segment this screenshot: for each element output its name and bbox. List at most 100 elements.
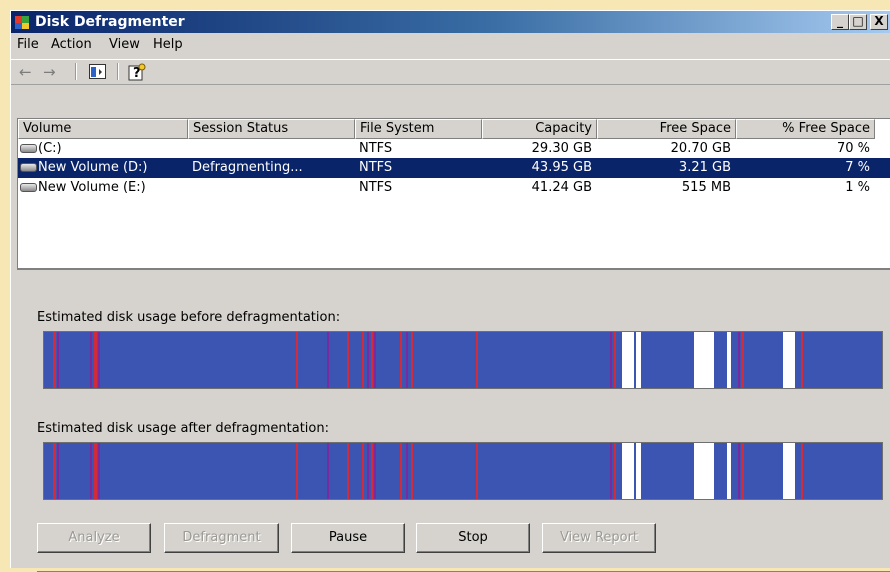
free-segment — [727, 443, 731, 499]
system-segment — [610, 332, 612, 388]
volume-row-e[interactable]: New Volume (E:) NTFS 41.24 GB 515 MB 1 % — [18, 178, 890, 197]
fragmented-segment — [400, 332, 402, 388]
free-segment — [622, 443, 634, 499]
hard-drive-icon — [20, 183, 37, 192]
column-percent-free-space[interactable]: % Free Space — [736, 119, 875, 139]
view-report-button[interactable]: View Report — [542, 523, 656, 553]
toolbar-separator — [75, 63, 77, 80]
maximize-button[interactable]: □ — [849, 14, 867, 30]
fragmented-segment — [296, 332, 298, 388]
volume-name: New Volume (E:) — [38, 180, 146, 195]
system-segment — [406, 443, 408, 499]
column-volume[interactable]: Volume — [18, 119, 188, 139]
fragmented-segment — [801, 443, 803, 499]
stop-button[interactable]: Stop — [416, 523, 530, 553]
list-header: Volume Session Status File System Capaci… — [18, 119, 890, 139]
hard-drive-icon — [20, 163, 37, 172]
free-segment — [783, 443, 795, 499]
column-free-space[interactable]: Free Space — [597, 119, 736, 139]
percent-free-space: 7 % — [845, 160, 870, 175]
column-session-status[interactable]: Session Status — [188, 119, 355, 139]
fragmented-segment — [411, 332, 413, 388]
system-segment — [374, 332, 376, 388]
system-segment — [406, 332, 408, 388]
menu-help[interactable]: Help — [153, 37, 183, 53]
session-status — [192, 139, 352, 158]
system-segment — [610, 443, 612, 499]
close-button[interactable]: X — [870, 14, 888, 30]
menu-bar: File Action View Help — [11, 33, 890, 57]
show-hide-console-tree-icon[interactable] — [89, 64, 107, 80]
free-segment — [694, 332, 714, 388]
free-space: 515 MB — [681, 180, 731, 195]
toolbar: ← → ? — [11, 59, 890, 85]
system-segment — [98, 443, 100, 499]
fragmented-segment — [94, 332, 97, 388]
fragmented-segment — [801, 332, 803, 388]
menu-action[interactable]: Action — [51, 37, 92, 53]
volume-name: (C:) — [38, 141, 62, 156]
analyze-button[interactable]: Analyze — [37, 523, 151, 553]
hard-drive-icon — [20, 144, 37, 153]
fragmented-segment — [371, 443, 373, 499]
file-system: NTFS — [359, 141, 393, 156]
volume-name: New Volume (D:) — [38, 160, 148, 175]
column-file-system[interactable]: File System — [355, 119, 482, 139]
free-segment — [694, 443, 714, 499]
column-capacity[interactable]: Capacity — [482, 119, 597, 139]
fragmented-segment — [347, 332, 349, 388]
fragmented-segment — [614, 332, 616, 388]
disk-usage-after-bar — [43, 442, 883, 500]
volume-list[interactable]: Volume Session Status File System Capaci… — [17, 118, 890, 268]
system-segment — [90, 443, 92, 499]
help-icon[interactable]: ? — [127, 62, 147, 82]
fragmented-segment — [741, 443, 744, 499]
back-arrow-icon[interactable]: ← — [19, 62, 32, 82]
menu-file[interactable]: File — [17, 37, 39, 53]
minimize-button[interactable]: _ — [831, 14, 849, 30]
fragmented-segment — [400, 443, 402, 499]
free-segment — [636, 443, 641, 499]
system-segment — [57, 443, 59, 499]
system-segment — [374, 443, 376, 499]
file-system: NTFS — [359, 160, 393, 175]
file-system: NTFS — [359, 180, 393, 195]
free-space: 20.70 GB — [670, 141, 731, 156]
percent-free-space: 1 % — [845, 180, 870, 195]
system-segment — [57, 332, 59, 388]
system-segment — [90, 332, 92, 388]
fragmented-segment — [476, 332, 478, 388]
volume-row-c[interactable]: (C:) NTFS 29.30 GB 20.70 GB 70 % — [18, 139, 890, 158]
session-status: Defragmenting... — [192, 160, 303, 175]
volume-row-d[interactable]: New Volume (D:) Defragmenting... NTFS 43… — [18, 158, 890, 178]
percent-free-space: 70 % — [836, 141, 870, 156]
fragmented-segment — [94, 443, 97, 499]
fragmented-segment — [371, 332, 373, 388]
defragment-button[interactable]: Defragment — [164, 523, 279, 553]
menu-view[interactable]: View — [109, 37, 140, 53]
fragmented-segment — [411, 443, 413, 499]
toolbar-separator — [117, 63, 119, 80]
capacity: 41.24 GB — [531, 180, 592, 195]
system-segment — [367, 332, 369, 388]
before-defrag-label: Estimated disk usage before defragmentat… — [37, 310, 341, 325]
free-segment — [783, 332, 795, 388]
fragmented-segment — [53, 443, 56, 499]
disk-usage-before-bar — [43, 331, 883, 389]
system-segment — [738, 443, 740, 499]
fragmented-segment — [476, 443, 478, 499]
pause-button[interactable]: Pause — [291, 523, 405, 553]
capacity: 29.30 GB — [531, 141, 592, 156]
session-status — [192, 178, 352, 197]
title-bar[interactable]: Disk Defragmenter _ □ X — [11, 11, 890, 33]
disk-defragmenter-window: Disk Defragmenter _ □ X File Action View… — [10, 10, 890, 572]
fragmented-segment — [362, 443, 364, 499]
free-segment — [727, 332, 731, 388]
fragmented-segment — [296, 443, 298, 499]
free-segment — [622, 332, 634, 388]
fragmented-segment — [53, 332, 56, 388]
free-segment — [636, 332, 641, 388]
forward-arrow-icon[interactable]: → — [43, 62, 56, 82]
window-title: Disk Defragmenter — [35, 14, 185, 30]
capacity: 43.95 GB — [531, 160, 592, 175]
